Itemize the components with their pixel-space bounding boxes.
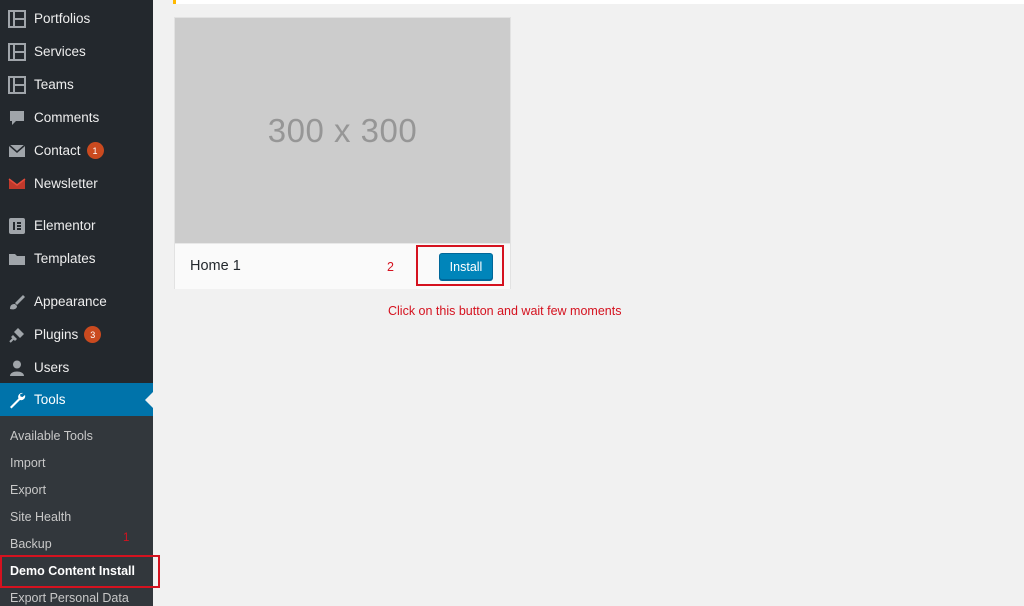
envelope-icon — [8, 142, 26, 160]
submenu-available-tools[interactable]: Available Tools — [0, 423, 153, 449]
submenu-site-health[interactable]: Site Health — [0, 504, 153, 530]
menu-item-elementor[interactable]: Elementor — [0, 209, 153, 242]
menu-label-users: Users — [34, 360, 70, 375]
menu-label-appearance: Appearance — [34, 294, 107, 309]
paintbrush-icon — [8, 293, 26, 311]
menu-item-portfolios[interactable]: Portfolios — [0, 2, 153, 35]
theme-name: Home 1 — [190, 258, 241, 274]
thumbnail-placeholder-text: 300 x 300 — [267, 111, 418, 149]
menu-label-comments: Comments — [34, 110, 100, 125]
menu-item-appearance[interactable]: Appearance — [0, 285, 153, 318]
folder-icon — [8, 250, 26, 268]
menu-item-users[interactable]: Users — [0, 351, 153, 384]
teams-grid-icon — [8, 75, 26, 94]
menu-label-newsletter: Newsletter — [34, 176, 98, 191]
menu-label-plugins: Plugins — [34, 327, 79, 342]
admin-sidebar: Portfolios Services Teams Comments Conta… — [0, 0, 153, 606]
user-icon — [8, 359, 26, 377]
elementor-icon — [8, 217, 26, 235]
portfolio-grid-icon — [8, 9, 26, 28]
submenu-export[interactable]: Export — [0, 477, 153, 503]
menu-label-elementor: Elementor — [34, 218, 96, 233]
menu-label-templates: Templates — [34, 251, 96, 266]
annotation-box-install — [416, 245, 504, 286]
menu-label-contact: Contact — [34, 143, 81, 158]
annotation-step-two: 2 — [387, 260, 394, 274]
annotation-box-demo-content — [0, 555, 160, 588]
menu-item-comments[interactable]: Comments — [0, 101, 153, 134]
menu-item-contact[interactable]: Contact 1 — [0, 134, 153, 167]
menu-item-templates[interactable]: Templates — [0, 242, 153, 275]
menu-label-tools: Tools — [34, 392, 66, 407]
menu-label-portfolios: Portfolios — [34, 11, 91, 26]
submenu-export-personal-data[interactable]: Export Personal Data — [0, 585, 153, 606]
annotation-instruction: Click on this button and wait few moment… — [388, 304, 622, 318]
plugins-update-badge: 3 — [84, 326, 102, 343]
menu-label-teams: Teams — [34, 77, 74, 92]
comment-bubble-icon — [8, 109, 26, 127]
annotation-step-one: 1 — [123, 532, 130, 544]
newsletter-icon — [8, 175, 26, 193]
theme-thumbnail: 300 x 300 — [175, 18, 510, 243]
menu-item-services[interactable]: Services — [0, 35, 153, 68]
submenu-import[interactable]: Import — [0, 450, 153, 476]
submenu-backup[interactable]: Backup — [0, 531, 153, 557]
plug-icon — [8, 326, 26, 344]
contact-count-badge: 1 — [86, 142, 104, 159]
menu-item-plugins[interactable]: Plugins 3 — [0, 318, 153, 351]
menu-item-tools[interactable]: Tools — [0, 383, 153, 416]
menu-item-newsletter[interactable]: Newsletter — [0, 167, 153, 200]
services-grid-icon — [8, 42, 26, 61]
admin-notice-bar — [173, 0, 1024, 4]
wrench-icon — [8, 391, 26, 409]
menu-item-teams[interactable]: Teams — [0, 68, 153, 101]
menu-label-services: Services — [34, 44, 86, 59]
